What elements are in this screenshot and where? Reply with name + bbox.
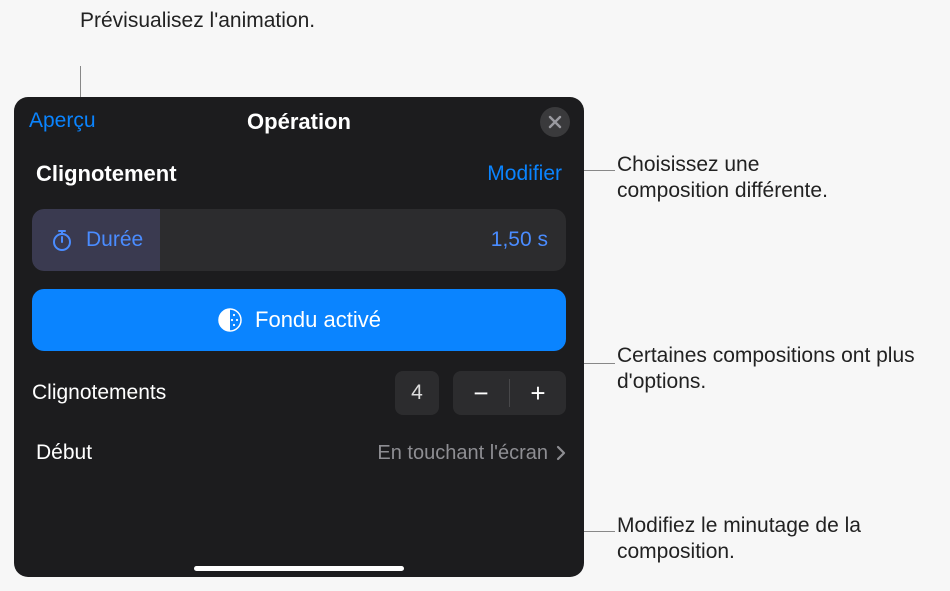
duration-slider[interactable]: Durée 1,50 s: [32, 209, 566, 271]
duration-value: 1,50 s: [491, 228, 548, 252]
fade-toggle[interactable]: Fondu activé: [32, 289, 566, 351]
fade-icon: [217, 307, 243, 333]
callout-fade-options: Certaines compositions ont plus d'option…: [617, 343, 937, 396]
start-label: Début: [36, 441, 377, 465]
modify-button[interactable]: Modifier: [487, 162, 562, 186]
chevron-right-icon: [556, 445, 566, 461]
preview-button[interactable]: Aperçu: [29, 109, 96, 133]
blinks-value: 4: [395, 371, 439, 415]
start-value: En touchant l'écran: [377, 442, 548, 465]
operation-panel: Aperçu Opération Clignotement Modifier D…: [14, 97, 584, 577]
panel-title: Opération: [247, 109, 351, 135]
effect-name: Clignotement: [36, 161, 177, 187]
close-icon: [548, 115, 562, 129]
callout-modify: Choisissez une composition différente.: [617, 152, 845, 205]
close-button[interactable]: [540, 107, 570, 137]
stopwatch-icon: [50, 228, 74, 252]
blinks-label: Clignotements: [32, 381, 381, 405]
blinks-stepper: − +: [453, 371, 566, 415]
stepper-plus[interactable]: +: [510, 371, 566, 415]
callout-start-timing: Modifiez le minutage de la composition.: [617, 513, 907, 566]
home-indicator: [194, 566, 404, 571]
effect-header-row: Clignotement Modifier: [14, 147, 584, 195]
fade-label: Fondu activé: [255, 307, 381, 333]
blinks-row: Clignotements 4 − +: [32, 371, 566, 415]
duration-label: Durée: [86, 228, 491, 252]
start-row[interactable]: Début En touchant l'écran: [36, 441, 566, 465]
stepper-minus[interactable]: −: [453, 371, 509, 415]
panel-header: Aperçu Opération: [14, 97, 584, 147]
callout-preview: Prévisualisez l'animation.: [80, 8, 315, 34]
